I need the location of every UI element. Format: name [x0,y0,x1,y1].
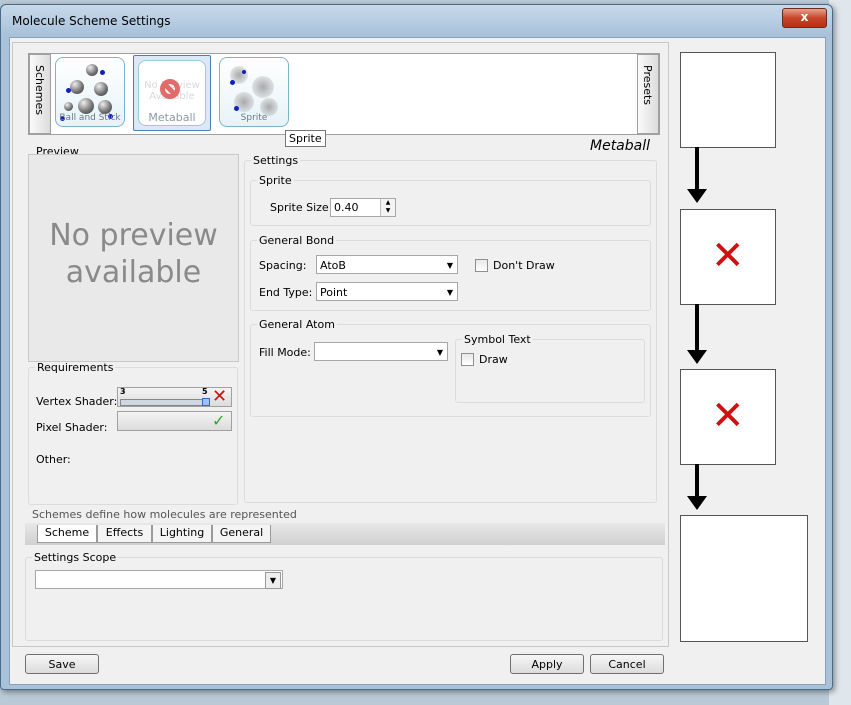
general-bond-legend: General Bond [259,234,335,247]
sprite-size-label: Sprite Size: [270,201,333,214]
preview-placeholder-text: No preview available [49,218,218,290]
settings-legend: Settings [253,154,299,167]
title-bar: Molecule Scheme Settings x [1,5,832,35]
thumb-label: Metaball [148,111,196,124]
chevron-down-icon: ▼ [446,261,453,270]
scheme-strip: Schemes Presets Ball and Stick No Previe… [28,53,660,135]
end-type-value: Point [320,286,348,299]
vertex-min-label: 3 [120,387,126,396]
symbol-text-group: Symbol Text [455,333,645,403]
schemes-tab-label: Schemes [33,65,46,115]
spacing-label: Spacing: [259,259,307,272]
dont-draw-checkbox[interactable] [475,259,488,272]
symbol-text-legend: Symbol Text [464,333,531,346]
sprite-group: Sprite [250,174,651,226]
draw-symbol-checkbox[interactable] [461,353,474,366]
settings-scope-group: Settings Scope [25,551,663,641]
settings-scope-legend: Settings Scope [34,551,117,564]
unsupported-x-icon: ✕ [212,386,228,407]
sprite-size-value: 0.40 [334,201,359,214]
vertex-max-label: 5 [202,387,208,396]
window-title: Molecule Scheme Settings [12,14,171,28]
spacing-dropdown[interactable]: AtoB ▼ [316,255,458,274]
thumb-label: Sprite [240,113,268,123]
requirements-legend: Requirements [37,361,114,374]
general-atom-legend: General Atom [259,318,335,331]
spinner-arrows-icon[interactable]: ▲ ▼ [380,199,395,216]
chevron-down-icon: ▼ [265,572,281,589]
preview-area: No preview available [28,154,239,362]
presets-tab[interactable]: Presets [637,54,659,134]
supported-check-icon: ✓ [212,411,226,430]
failed-x-icon: ✕ [711,233,745,279]
tab-effects[interactable]: Effects [97,525,152,543]
vertex-shader-label: Vertex Shader: [36,395,118,408]
schemes-tab[interactable]: Schemes [29,54,51,134]
flow-arrow-2 [695,304,699,352]
settings-scope-dropdown[interactable]: ▼ [35,570,283,589]
flow-box-3: ✕ [680,369,776,465]
tab-general[interactable]: General [212,525,271,543]
vertex-shader-bar: 3 5 ✕ [117,387,232,407]
scheme-thumb-sprite[interactable]: Sprite [219,57,289,127]
scheme-thumb-ball-and-stick[interactable]: Ball and Stick [55,57,125,127]
flow-arrow-1 [695,147,699,191]
presets-tab-label: Presets [641,65,654,106]
cancel-button[interactable]: Cancel [590,654,664,674]
flow-box-4 [680,515,808,642]
pixel-shader-label: Pixel Shader: [36,421,108,434]
fill-mode-label: Fill Mode: [259,346,311,359]
dialog-client: Schemes Presets Ball and Stick No Previe… [9,37,826,685]
flow-arrow-head-1 [687,189,707,203]
failed-x-icon: ✕ [711,393,745,439]
draw-symbol-label: Draw [479,353,508,366]
flow-arrow-3 [695,464,699,498]
dont-draw-label: Don't Draw [493,259,555,272]
flow-box-1 [680,52,776,148]
flow-arrow-head-3 [687,496,707,510]
spacing-value: AtoB [320,259,346,272]
close-button[interactable]: x [782,8,827,28]
sprite-legend: Sprite [259,174,292,187]
end-type-label: End Type: [259,286,313,299]
dialog-window: Molecule Scheme Settings x Schemes Prese… [0,4,833,690]
pixel-shader-bar: ✓ [117,411,232,431]
scheme-name-title: Metaball [590,138,651,154]
chevron-down-icon: ▼ [446,288,453,297]
chevron-down-icon: ▼ [436,348,443,357]
save-button[interactable]: Save [25,654,99,674]
scheme-description: Schemes define how molecules are represe… [32,508,297,521]
end-type-dropdown[interactable]: Point ▼ [316,282,458,301]
flow-arrow-head-2 [687,350,707,364]
sprite-tooltip: Sprite [285,130,326,147]
bottom-tab-bar: Scheme Effects Lighting General [25,523,665,545]
flow-box-2: ✕ [680,209,776,305]
thumb-label: Ball and Stick [59,113,121,123]
scheme-thumb-metaball[interactable]: No Preview Available Metaball [133,55,211,131]
tab-scheme[interactable]: Scheme [37,525,97,543]
apply-button[interactable]: Apply [510,654,584,674]
other-label: Other: [36,453,71,466]
tab-lighting[interactable]: Lighting [152,525,212,543]
sprite-size-spinner[interactable]: 0.40 ▲ ▼ [330,198,396,217]
fill-mode-dropdown[interactable]: ▼ [314,342,448,361]
